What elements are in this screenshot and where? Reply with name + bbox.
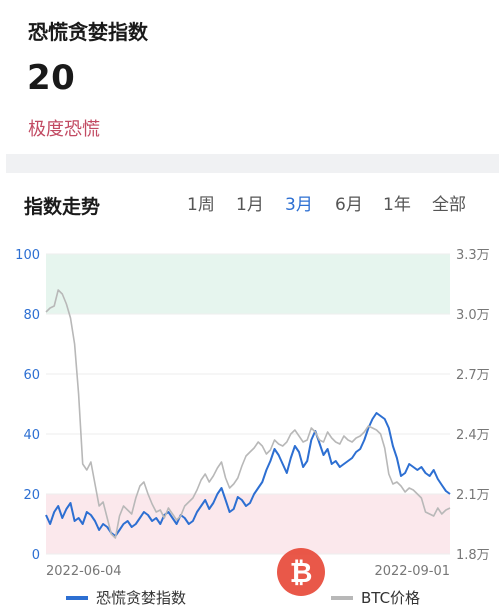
x-axis-end-label: 2022-09-01 [374,564,450,579]
index-value: 20 [27,58,76,98]
right-axis-tick-label: 2.1万 [456,488,490,503]
tab-all[interactable]: 全部 [432,190,466,215]
legend-fear-greed: 恐慌贪婪指数 [66,587,186,608]
index-status-label: 极度恐慌 [28,119,100,140]
section-divider [6,154,499,173]
right-axis-tick-label: 2.4万 [456,428,490,443]
legend-btc-price: BTC价格 [331,587,420,608]
right-axis-tick-label: 3.3万 [456,248,490,263]
left-axis-tick-label: 40 [23,428,40,443]
legend-line-gray [331,595,353,600]
left-axis-tick-label: 20 [23,488,40,503]
left-axis-tick-label: 60 [23,368,40,383]
tab-6-months[interactable]: 6月 [335,190,363,215]
bitcoin-logo-icon: ₿ [277,548,325,596]
right-axis-tick-label: 1.8万 [456,548,490,563]
x-axis-start-label: 2022-06-04 [46,564,122,579]
legend-label: 恐慌贪婪指数 [96,589,187,607]
tab-1-week[interactable]: 1周 [187,190,215,215]
index-title: 恐慌贪婪指数 [28,20,148,44]
left-axis-tick-label: 0 [32,548,40,563]
tab-1-year[interactable]: 1年 [383,190,411,215]
legend-label: BTC价格 [361,589,421,607]
tab-1-month[interactable]: 1月 [236,190,264,215]
time-range-tabs: 1周 1月 3月 6月 1年 全部 [0,190,501,216]
tab-3-months[interactable]: 3月 [285,190,313,215]
fear-greed-chart: 100 80 60 40 20 0 3.3万 3.0万 2.7万 2.4万 2.1万 1.8万 2022… [15,248,490,579]
left-axis-tick-label: 80 [23,308,40,323]
left-axis-tick-label: 100 [15,248,40,263]
right-axis-tick-label: 2.7万 [456,368,490,383]
legend-line-blue [66,595,88,600]
fear-zone [46,494,450,554]
greed-zone [46,254,450,314]
right-axis-tick-label: 3.0万 [456,308,490,323]
